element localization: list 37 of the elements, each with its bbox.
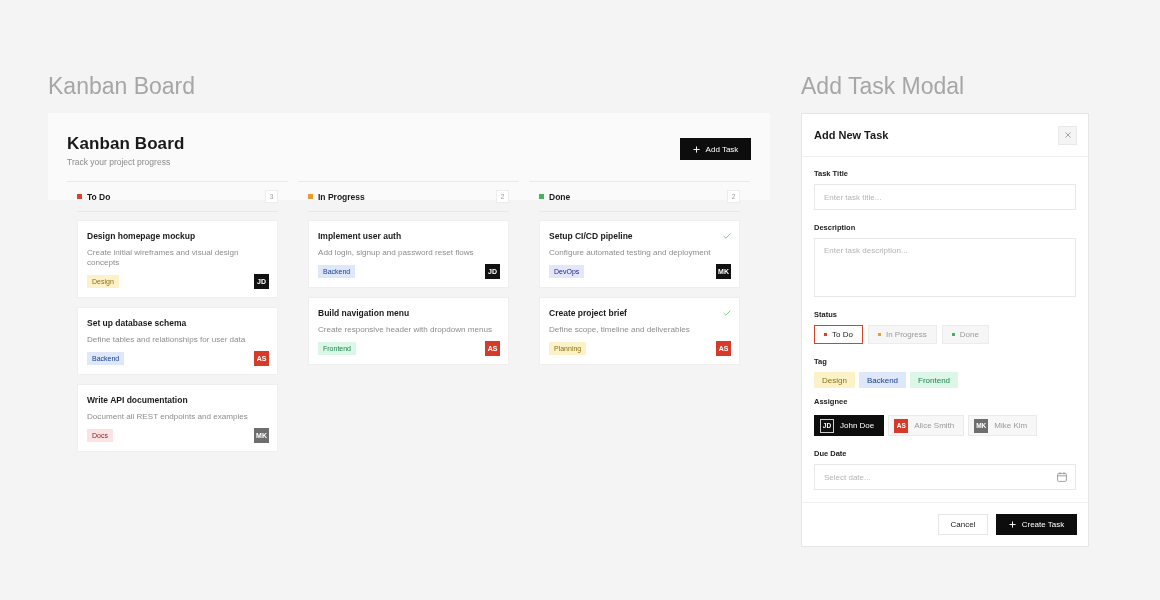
card-title: Write API documentation <box>87 394 188 406</box>
cancel-button[interactable]: Cancel <box>938 514 988 535</box>
tag-option[interactable]: Frontend <box>910 372 959 388</box>
modal-title: Add New Task <box>814 129 889 141</box>
card-description: Add login, signup and password reset flows <box>318 248 475 258</box>
card-description: Create initial wireframes and visual design concepts <box>87 248 240 268</box>
card-title: Design homepage mockup <box>87 230 196 242</box>
card-description: Configure automated testing and deployment <box>549 248 712 258</box>
status-option[interactable]: To Do <box>814 325 863 344</box>
board-title: Kanban Board <box>67 133 185 155</box>
create-task-button[interactable]: Create Task <box>996 514 1077 535</box>
description-textarea[interactable]: Enter task description... <box>814 238 1076 297</box>
tag-option[interactable]: Design <box>814 372 855 388</box>
close-icon <box>1064 132 1071 138</box>
plus-icon <box>1008 521 1016 528</box>
date-input[interactable]: Select date... <box>814 464 1076 490</box>
tag-option[interactable]: Backend <box>858 372 907 388</box>
title-input[interactable]: Enter task title... <box>814 184 1076 210</box>
column-title: To Do <box>87 191 112 202</box>
section-heading: Kanban Board <box>48 72 197 100</box>
card-description: Create responsive header with dropdown menus <box>318 325 494 335</box>
column-title: In Progress <box>318 191 366 202</box>
board-subtitle: Track your project progress <box>67 156 172 168</box>
card-title: Setup CI/CD pipeline <box>549 230 633 242</box>
card-title: Set up database schema <box>87 317 187 329</box>
card-title: Implement user auth <box>318 230 402 242</box>
card-title: Build navigation menu <box>318 307 410 319</box>
plus-icon <box>692 145 700 153</box>
section-heading: Add Task Modal <box>801 72 966 100</box>
card-description: Define scope, timeline and deliverables <box>549 325 691 335</box>
column-title: Done <box>549 191 572 202</box>
calendar-icon[interactable] <box>1057 472 1067 482</box>
add-task-button[interactable]: Add Task <box>680 138 751 160</box>
card-description: Document all REST endpoints and examples <box>87 412 249 422</box>
card-title: Create project brief <box>549 307 627 319</box>
card-description: Define tables and relationships for user data <box>87 335 247 345</box>
close-button[interactable] <box>1058 125 1077 145</box>
